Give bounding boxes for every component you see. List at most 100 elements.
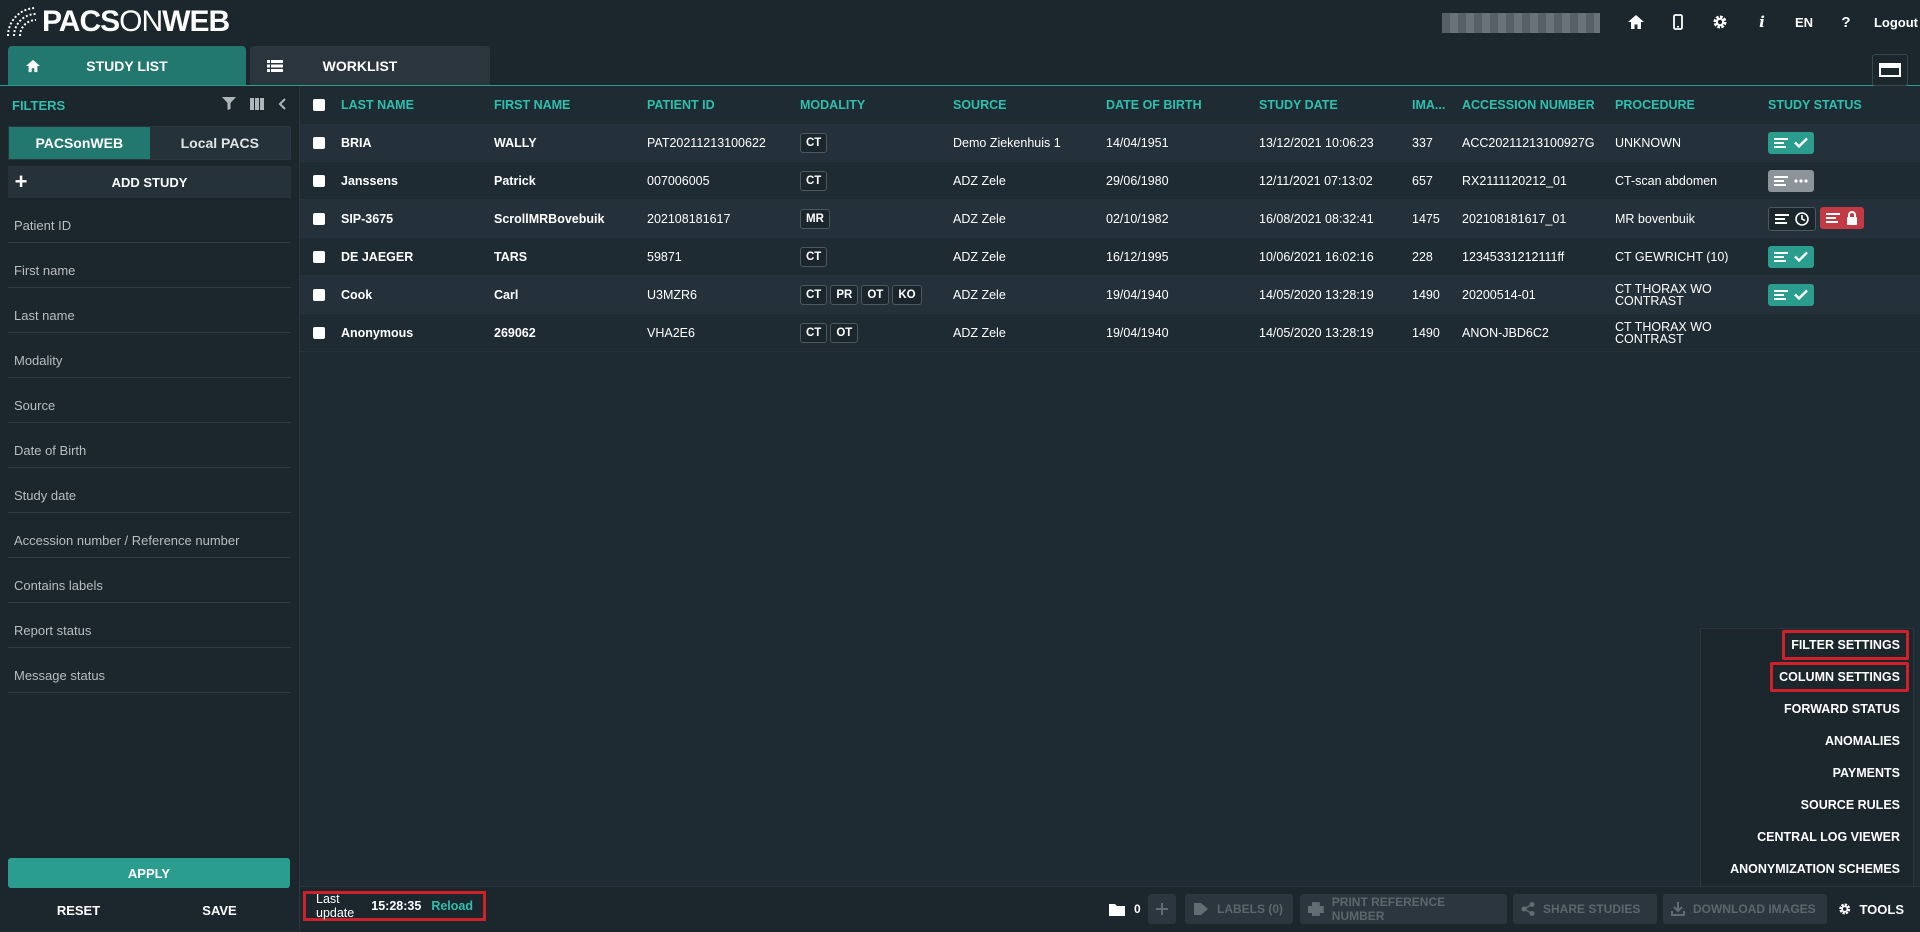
cell-patient-id: 007006005 — [647, 173, 710, 188]
status-badge-scheduled[interactable] — [1768, 206, 1816, 231]
tools-button[interactable]: TOOLS — [1830, 894, 1912, 924]
download-images-button[interactable]: DOWNLOAD IMAGES — [1663, 894, 1827, 924]
report-icon — [1774, 175, 1788, 186]
status-badge-complete[interactable] — [1768, 131, 1814, 154]
print-ref-label: PRINT REFERENCE NUMBER — [1331, 895, 1446, 923]
tab-study-list[interactable]: STUDY LIST — [8, 46, 246, 85]
table-row[interactable]: BRIA WALLY PAT20211213100622 CT Demo Ziekenh… — [300, 124, 1920, 162]
chevron-left-icon[interactable] — [278, 97, 287, 113]
logo-text: PACSONWEB — [42, 5, 230, 38]
panel-toggle-button[interactable] — [1872, 54, 1908, 86]
col-study-date[interactable]: STUDY DATE — [1259, 98, 1412, 112]
modality-badge: OT — [830, 322, 859, 343]
home-icon[interactable] — [1615, 0, 1657, 44]
study-date-field[interactable]: Study date — [8, 468, 291, 513]
modality-field[interactable]: Modality — [8, 333, 291, 378]
menu-payments[interactable]: PAYMENTS — [1701, 757, 1913, 789]
modality-badge: PR — [830, 284, 859, 305]
row-checkbox[interactable] — [313, 250, 325, 263]
cell-procedure: CT-scan abdomen — [1615, 174, 1718, 187]
col-modality[interactable]: MODALITY — [800, 98, 953, 112]
cell-procedure: CT GEWRICHT (10) — [1615, 250, 1729, 263]
cell-study-status — [1768, 131, 1918, 154]
reset-button[interactable]: RESET — [8, 894, 149, 926]
status-badge-complete[interactable] — [1768, 245, 1814, 268]
report-status-field[interactable]: Report status — [8, 603, 291, 648]
print-reference-number-button[interactable]: PRINT REFERENCE NUMBER — [1300, 894, 1507, 924]
col-source[interactable]: SOURCE — [953, 98, 1106, 112]
table-row[interactable]: DE JAEGER TARS 59871 CT ADZ Zele 16/12/1995 10… — [300, 238, 1920, 276]
table-row[interactable]: Cook Carl U3MZR6 CT PR OT KO ADZ Zele 19/04/1940… — [300, 276, 1920, 314]
col-procedure[interactable]: PROCEDURE — [1615, 99, 1768, 111]
menu-forward-status[interactable]: FORWARD STATUS — [1701, 693, 1913, 725]
menu-source-rules[interactable]: SOURCE RULES — [1701, 789, 1913, 821]
row-checkbox[interactable] — [313, 136, 325, 149]
save-button[interactable]: SAVE — [149, 894, 290, 926]
menu-anomalies[interactable]: ANOMALIES — [1701, 725, 1913, 757]
status-badge-pending[interactable] — [1768, 169, 1814, 192]
accession-number-field[interactable]: Accession number / Reference number — [8, 513, 291, 558]
col-last-name[interactable]: LAST NAME — [341, 98, 494, 112]
status-badge-locked[interactable] — [1820, 206, 1864, 229]
table-row[interactable]: Janssens Patrick 007006005 CT ADZ Zele 29/06/… — [300, 162, 1920, 200]
col-accession-number[interactable]: ACCESSION NUMBER — [1462, 98, 1615, 112]
col-patient-id[interactable]: PATIENT ID — [647, 98, 800, 112]
source-field[interactable]: Source — [8, 378, 291, 423]
menu-anonymization-schemes[interactable]: ANONYMIZATION SCHEMES — [1701, 853, 1913, 885]
cell-last-name: Janssens — [341, 173, 398, 188]
col-study-status[interactable]: STUDY STATUS — [1768, 98, 1918, 112]
select-all-checkbox[interactable] — [313, 99, 325, 111]
help-icon[interactable]: ? — [1825, 0, 1867, 44]
col-date-of-birth[interactable]: DATE OF BIRTH — [1106, 98, 1259, 112]
apply-button[interactable]: APPLY — [8, 858, 290, 888]
logout-button[interactable]: Logout — [1867, 0, 1920, 44]
language-selector[interactable]: EN — [1783, 0, 1825, 44]
download-icon — [1671, 902, 1685, 916]
share-studies-button[interactable]: SHARE STUDIES — [1513, 894, 1657, 924]
contains-labels-field[interactable]: Contains labels — [8, 558, 291, 603]
message-status-field[interactable]: Message status — [8, 648, 291, 693]
tab-worklist[interactable]: WORKLIST — [250, 46, 490, 85]
filter-icon[interactable] — [222, 97, 236, 113]
add-label-button[interactable] — [1148, 894, 1176, 924]
cell-first-name: Patrick — [494, 173, 536, 188]
source-local-pacs[interactable]: Local PACS — [149, 127, 290, 159]
filters-title: FILTERS — [12, 97, 66, 113]
cell-study-date: 16/08/2021 08:32:41 — [1259, 211, 1374, 226]
mobile-icon[interactable] — [1657, 0, 1699, 44]
info-icon[interactable]: i — [1741, 0, 1783, 44]
report-icon — [1775, 213, 1789, 224]
source-pacsonweb[interactable]: PACSonWEB — [9, 127, 150, 159]
menu-column-settings[interactable]: COLUMN SETTINGS — [1701, 661, 1913, 693]
add-study-button[interactable]: + ADD STUDY — [8, 166, 291, 198]
row-checkbox[interactable] — [313, 212, 325, 225]
cell-images: 228 — [1412, 249, 1433, 264]
date-of-birth-field[interactable]: Date of Birth — [8, 423, 291, 468]
columns-icon[interactable] — [250, 97, 264, 113]
table-row[interactable]: Anonymous 269062 VHA2E6 CT OT ADZ Zele 19/04/1… — [300, 314, 1920, 352]
status-badge-complete[interactable] — [1768, 283, 1814, 306]
patient-id-field[interactable]: Patient ID — [8, 198, 291, 243]
col-first-name[interactable]: FIRST NAME — [494, 98, 647, 112]
labels-button[interactable]: LABELS (0) — [1185, 894, 1293, 924]
menu-filter-settings[interactable]: FILTER SETTINGS — [1701, 629, 1913, 661]
gear-icon[interactable] — [1699, 0, 1741, 44]
check-icon — [1794, 137, 1808, 148]
menu-central-log-viewer[interactable]: CENTRAL LOG VIEWER — [1701, 821, 1913, 853]
share-icon — [1521, 902, 1535, 916]
col-images[interactable]: IMA... — [1412, 98, 1462, 112]
cell-accession-number: 12345331212111ff — [1462, 249, 1565, 264]
reload-link[interactable]: Reload — [431, 899, 473, 913]
row-checkbox[interactable] — [313, 174, 325, 187]
row-checkbox[interactable] — [313, 326, 325, 339]
table-row[interactable]: SIP-3675 ScrollMRBovebuik 202108181617 MR AD… — [300, 200, 1920, 238]
folder-button[interactable]: 0 — [1100, 894, 1149, 924]
last-name-field[interactable]: Last name — [8, 288, 291, 333]
username-redacted — [1442, 13, 1600, 33]
cell-accession-number: ANON-JBD6C2 — [1462, 325, 1549, 340]
tab-label: STUDY LIST — [86, 57, 168, 74]
first-name-field[interactable]: First name — [8, 243, 291, 288]
cell-study-status — [1768, 245, 1918, 268]
clock-icon — [1795, 211, 1809, 226]
row-checkbox[interactable] — [313, 288, 325, 301]
